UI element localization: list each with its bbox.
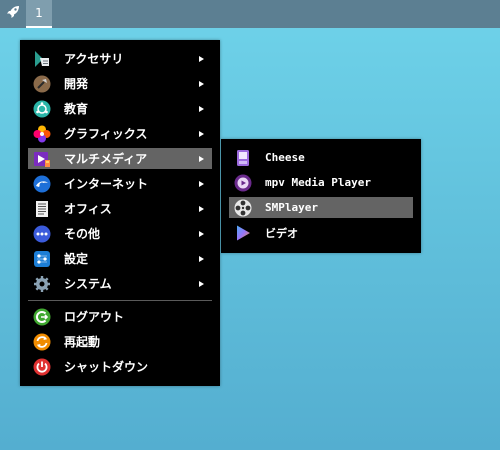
submenu-arrow-icon — [199, 55, 204, 62]
submenu-arrow-icon — [199, 80, 204, 87]
top-panel: 1 — [0, 0, 500, 28]
menu-item-system[interactable]: システム — [28, 273, 212, 294]
submenu-arrow-icon — [199, 255, 204, 262]
video-icon — [232, 222, 253, 243]
menu-item-label: ログアウト — [64, 310, 125, 324]
menu-item-label: 再起動 — [64, 335, 101, 349]
submenu-item-cheese[interactable]: Cheese — [229, 147, 413, 168]
submenu-arrow-icon — [199, 205, 204, 212]
submenu-arrow-icon — [199, 155, 204, 162]
menu-item-label: 開発 — [64, 77, 89, 91]
menu-item-label: 設定 — [64, 252, 89, 266]
multimedia-submenu: Cheese mpv Media Player SMPlayer ビデオ — [221, 139, 421, 253]
menu-item-graphics[interactable]: グラフィックス — [28, 123, 212, 144]
submenu-arrow-icon — [199, 105, 204, 112]
submenu-arrow-icon — [199, 280, 204, 287]
applications-menu: アクセサリ 開発 教育 グラフィックス マルチメディア インターネット オフィス… — [20, 40, 220, 386]
logout-icon — [31, 306, 52, 327]
menu-item-label: シャットダウン — [64, 360, 149, 374]
menu-item-development[interactable]: 開発 — [28, 73, 212, 94]
menu-item-label: 教育 — [64, 102, 89, 116]
submenu-arrow-icon — [199, 130, 204, 137]
menu-item-label: アクセサリ — [64, 52, 124, 66]
menu-item-label: システム — [64, 277, 112, 291]
reboot-icon — [31, 331, 52, 352]
graphics-icon — [31, 123, 52, 144]
menu-item-other[interactable]: その他 — [28, 223, 212, 244]
menu-item-logout[interactable]: ログアウト — [28, 306, 212, 327]
rocket-icon — [5, 4, 21, 24]
mpv-icon — [232, 172, 253, 193]
submenu-item-label: SMPlayer — [265, 201, 318, 214]
submenu-item-label: mpv Media Player — [265, 176, 371, 189]
education-icon — [31, 98, 52, 119]
internet-icon — [31, 173, 52, 194]
shutdown-icon — [31, 356, 52, 377]
menu-item-reboot[interactable]: 再起動 — [28, 331, 212, 352]
accessories-icon — [31, 48, 52, 69]
development-icon — [31, 73, 52, 94]
menu-item-accessories[interactable]: アクセサリ — [28, 48, 212, 69]
settings-icon — [31, 248, 52, 269]
menu-item-label: オフィス — [64, 202, 112, 216]
menu-item-shutdown[interactable]: シャットダウン — [28, 356, 212, 377]
menu-item-internet[interactable]: インターネット — [28, 173, 212, 194]
menu-item-multimedia[interactable]: マルチメディア — [28, 148, 212, 169]
submenu-item-mpv[interactable]: mpv Media Player — [229, 172, 413, 193]
menu-separator — [28, 300, 212, 301]
cheese-icon — [232, 147, 253, 168]
workspace-label: 1 — [35, 6, 43, 20]
submenu-item-label: Cheese — [265, 151, 305, 164]
menu-item-label: マルチメディア — [64, 152, 148, 166]
system-icon — [31, 273, 52, 294]
menu-item-office[interactable]: オフィス — [28, 198, 212, 219]
menu-item-label: その他 — [64, 227, 101, 241]
menu-item-label: インターネット — [64, 177, 149, 191]
office-icon — [31, 198, 52, 219]
menu-item-label: グラフィックス — [64, 127, 148, 141]
multimedia-icon — [31, 148, 52, 169]
submenu-item-label: ビデオ — [265, 226, 298, 240]
application-launcher-button[interactable] — [0, 0, 26, 28]
smplayer-icon — [232, 197, 253, 218]
submenu-item-video[interactable]: ビデオ — [229, 222, 413, 243]
submenu-item-smplayer[interactable]: SMPlayer — [229, 197, 413, 218]
submenu-arrow-icon — [199, 230, 204, 237]
submenu-arrow-icon — [199, 180, 204, 187]
other-icon — [31, 223, 52, 244]
workspace-1-button[interactable]: 1 — [26, 0, 52, 28]
menu-item-education[interactable]: 教育 — [28, 98, 212, 119]
menu-item-settings[interactable]: 設定 — [28, 248, 212, 269]
